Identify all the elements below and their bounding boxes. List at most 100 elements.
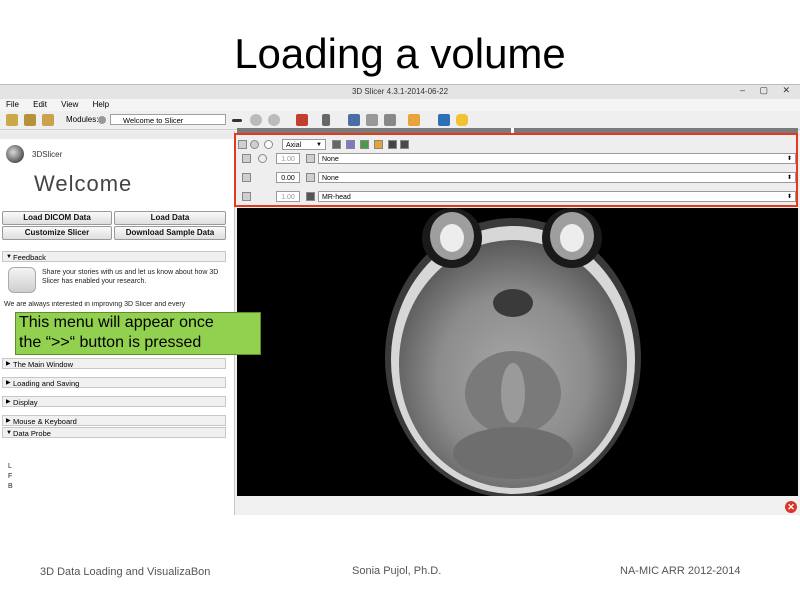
save-icon[interactable] (42, 114, 54, 126)
footer-left: 3D Data Loading and VisualizaBon (40, 566, 211, 578)
layer-icon[interactable] (242, 173, 251, 182)
callout-line-2: the “>>“ button is pressed (19, 334, 202, 351)
load-data-icon[interactable] (6, 114, 18, 126)
fit-to-window-icon[interactable] (332, 140, 341, 149)
download-sample-label: Download Sample Data (125, 228, 215, 237)
orientation-label-b: B (8, 483, 13, 490)
module-history-icon[interactable] (232, 119, 242, 122)
section-mouse-keyboard[interactable]: ▶ Mouse & Keyboard (2, 415, 226, 426)
chevron-down-icon: ⬍ (786, 175, 792, 181)
opacity-spinbox[interactable]: 1.00 (276, 153, 300, 164)
opacity-spinbox[interactable]: 0.00 (276, 172, 300, 183)
menu-edit[interactable]: Edit (33, 100, 47, 109)
section-loading-saving[interactable]: ▶ Loading and Saving (2, 377, 226, 388)
feedback-text: Share your stories with us and let us kn… (42, 269, 219, 285)
slice-controller-toolbar: Axial ▼ (236, 138, 796, 152)
label-volume-selector[interactable]: None ⬍ (318, 172, 796, 183)
feedback-icon (8, 267, 36, 293)
chevron-down-icon: ▼ (6, 430, 12, 436)
download-sample-button[interactable]: Download Sample Data (114, 226, 226, 240)
module-selector[interactable]: Welcome to Slicer (110, 114, 226, 125)
footer-author: Sonia Pujol, Ph.D. (352, 565, 442, 577)
back-arrow-icon[interactable] (250, 114, 262, 126)
layer-row-background: 1.00 MR-head ⬍ (236, 190, 796, 204)
section-data-probe[interactable]: ▼ Data Probe (2, 427, 226, 438)
dicom-icon[interactable] (24, 114, 36, 126)
slice-viewer[interactable] (237, 208, 798, 496)
chevron-right-icon: ▶ (6, 361, 11, 367)
chevron-down-icon: ▼ (6, 254, 12, 260)
chevron-right-icon: ▶ (6, 418, 11, 424)
chevron-right-icon: ▶ (6, 399, 11, 405)
menu-file[interactable]: File (6, 100, 19, 109)
orientation-value: Axial (286, 142, 302, 149)
layer-row-label: 0.00 None ⬍ (236, 171, 796, 185)
chevron-right-icon: ▶ (6, 380, 11, 386)
link-icon[interactable] (306, 154, 315, 163)
crosshair-icon[interactable] (408, 114, 420, 126)
label-outline-icon[interactable] (374, 140, 383, 149)
eye-icon[interactable] (258, 154, 267, 163)
window-title: 3D Slicer 4.3.1-2014-06-22 (0, 85, 800, 99)
load-dicom-button[interactable]: Load DICOM Data (2, 211, 112, 225)
volume-value: None (322, 175, 339, 182)
section-label: Loading and Saving (13, 379, 80, 388)
callout-line-1: This menu will appear once (19, 314, 214, 331)
extension-manager-icon[interactable] (438, 114, 450, 126)
pin-icon[interactable] (238, 140, 247, 149)
link-icon[interactable] (250, 140, 259, 149)
scene-view-icon[interactable] (366, 114, 378, 126)
welcome-title: Welcome (34, 171, 133, 196)
chevron-down-icon: ⬍ (786, 156, 792, 162)
forward-arrow-icon[interactable] (268, 114, 280, 126)
customize-slicer-button[interactable]: Customize Slicer (2, 226, 112, 240)
menu-view[interactable]: View (61, 100, 78, 109)
foreground-volume-selector[interactable]: None ⬍ (318, 153, 796, 164)
layer-icon[interactable] (242, 154, 251, 163)
section-display[interactable]: ▶ Display (2, 396, 226, 407)
view-icon[interactable] (384, 114, 396, 126)
interested-text: We are always interested in improving 3D… (4, 301, 186, 308)
section-label: The Main Window (13, 360, 74, 369)
chevron-down-icon: ⬍ (786, 194, 792, 200)
layout-icon[interactable] (296, 114, 308, 126)
feedback-header-label: Feedback (13, 253, 46, 262)
section-label: Data Probe (13, 429, 51, 438)
orientation-selector[interactable]: Axial ▼ (282, 139, 326, 150)
python-icon[interactable] (456, 114, 468, 126)
menu-help[interactable]: Help (93, 100, 109, 109)
spacing-icon[interactable] (388, 140, 397, 149)
layer-row-foreground: 1.00 None ⬍ (236, 152, 796, 166)
slicer-logo-icon (6, 145, 24, 163)
chevron-down-icon: ▼ (316, 142, 322, 148)
logo-text: 3DSlicer (32, 150, 63, 159)
load-data-button[interactable]: Load Data (114, 211, 226, 225)
close-icon[interactable]: ✕ (785, 501, 797, 513)
more-options-icon[interactable] (400, 140, 409, 149)
slice-visibility-icon[interactable] (360, 140, 369, 149)
orientation-label-l: L (8, 463, 12, 470)
section-main-window[interactable]: ▶ The Main Window (2, 358, 226, 369)
link-icon[interactable] (306, 173, 315, 182)
load-dicom-label: Load DICOM Data (23, 213, 91, 222)
rotate-to-volume-icon[interactable] (346, 140, 355, 149)
footer-right: NA-MIC ARR 2012-2014 (620, 565, 741, 577)
search-icon[interactable] (98, 116, 106, 124)
mouse-mode-icon[interactable] (322, 114, 330, 126)
link-icon[interactable] (306, 192, 315, 201)
eye-icon[interactable] (264, 140, 273, 149)
background-volume-selector[interactable]: MR-head ⬍ (318, 191, 796, 202)
orientation-label-f: F (8, 473, 13, 480)
menubar: File Edit View Help (0, 99, 800, 111)
opacity-spinbox[interactable]: 1.00 (276, 191, 300, 202)
volume-value: MR-head (322, 194, 351, 201)
customize-label: Customize Slicer (24, 228, 90, 237)
modules-label: Modules: (66, 115, 99, 124)
feedback-section-header[interactable]: ▼ Feedback (2, 251, 226, 262)
slide-title: Loading a volume (234, 30, 566, 77)
section-label: Display (13, 398, 38, 407)
window-controls[interactable]: – ▢ ✕ (740, 85, 796, 96)
screenshot-icon[interactable] (348, 114, 360, 126)
mri-slice-image (385, 208, 641, 496)
layer-icon[interactable] (242, 192, 251, 201)
